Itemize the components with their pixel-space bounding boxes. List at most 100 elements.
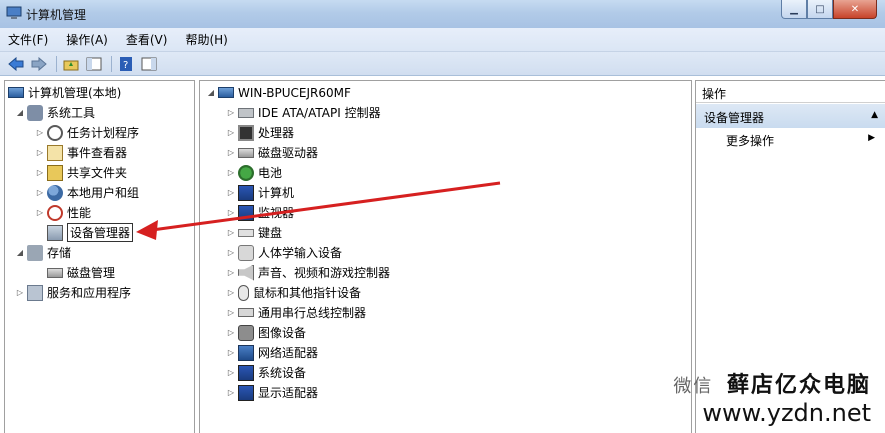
tree-item-performance[interactable]: ▷ 性能	[35, 203, 91, 222]
back-icon[interactable]	[6, 55, 26, 73]
watermark-url: www.yzdn.net	[702, 399, 871, 427]
event-viewer-icon	[47, 144, 63, 161]
device-category-item[interactable]: ▷ 显示适配器	[226, 383, 318, 402]
display-adapter-icon	[238, 384, 254, 401]
show-hide-tree-icon[interactable]	[84, 55, 104, 73]
computer-management-icon	[6, 6, 22, 20]
tree-item-event-viewer[interactable]: ▷ 事件查看器	[35, 143, 127, 162]
device-category-item[interactable]: ▷ 键盘	[226, 223, 282, 242]
svg-text:?: ?	[123, 60, 128, 71]
collapsed-arrow-icon[interactable]: ▷	[226, 168, 236, 177]
device-category-label: IDE ATA/ATAPI 控制器	[258, 106, 381, 120]
device-tree-root[interactable]: ◢ WIN-BPUCEJR60MF	[206, 83, 351, 102]
collapsed-arrow-icon[interactable]: ▷	[226, 308, 236, 317]
collapsed-arrow-icon[interactable]: ▷	[226, 128, 236, 137]
device-category-label: 处理器	[258, 126, 295, 140]
device-category-item[interactable]: ▷ IDE ATA/ATAPI 控制器	[226, 103, 381, 122]
services-icon	[27, 284, 43, 301]
device-category-item[interactable]: ▷ 通用串行总线控制器	[226, 303, 366, 322]
disk-drive-icon	[238, 147, 254, 158]
collapsed-arrow-icon[interactable]: ▷	[35, 188, 45, 197]
tree-item-local-users[interactable]: ▷ 本地用户和组	[35, 183, 139, 202]
more-actions-item[interactable]: 更多操作	[726, 132, 774, 149]
toolbar: ?	[0, 52, 885, 76]
collapsed-arrow-icon[interactable]: ▷	[226, 248, 236, 257]
collapsed-arrow-icon[interactable]: ▷	[226, 388, 236, 397]
watermark: 微信 藓店亿众电脑 www.yzdn.net	[673, 367, 871, 427]
device-category-item[interactable]: ▷ 人体学输入设备	[226, 243, 342, 262]
collapsed-arrow-icon[interactable]: ▷	[35, 148, 45, 157]
monitor-icon	[238, 204, 254, 221]
menu-help[interactable]: 帮助(H)	[185, 31, 227, 48]
tree-item-system-tools[interactable]: ◢ 系统工具	[15, 103, 95, 122]
battery-icon	[238, 164, 254, 181]
console-tree-pane: 计算机管理(本地) ◢ 系统工具 ▷ 任务计划程序 ▷ 事件查看器 ▷ 共享文件…	[4, 80, 195, 433]
window-title: 计算机管理	[26, 8, 87, 22]
actions-group-device-manager[interactable]: 设备管理器 ▲	[696, 104, 885, 128]
users-icon	[47, 184, 63, 201]
tree-item-services-apps[interactable]: ▷ 服务和应用程序	[15, 283, 131, 302]
computer-management-icon	[8, 87, 24, 98]
tree-item-root[interactable]: 计算机管理(本地)	[8, 83, 121, 102]
device-category-item[interactable]: ▷ 处理器	[226, 123, 294, 142]
collapsed-arrow-icon[interactable]: ▷	[226, 368, 236, 377]
expanded-arrow-icon[interactable]: ◢	[15, 108, 25, 117]
collapsed-arrow-icon[interactable]: ▷	[226, 328, 236, 337]
collapsed-arrow-icon[interactable]: ▷	[226, 108, 236, 117]
collapsed-arrow-icon[interactable]: ▷	[226, 348, 236, 357]
device-category-item[interactable]: ▷ 系统设备	[226, 363, 306, 382]
computer-icon	[218, 87, 234, 98]
menu-action[interactable]: 操作(A)	[66, 31, 108, 48]
collapsed-arrow-icon[interactable]: ▷	[226, 148, 236, 157]
tree-item-device-manager[interactable]: 设备管理器	[47, 223, 134, 242]
device-category-item[interactable]: ▷ 磁盘驱动器	[226, 143, 318, 162]
collapsed-arrow-icon[interactable]: ▷	[226, 188, 236, 197]
device-category-item[interactable]: ▷ 计算机	[226, 183, 294, 202]
device-category-label: 键盘	[258, 226, 283, 240]
tree-item-storage[interactable]: ◢ 存储	[15, 243, 71, 262]
show-action-pane-icon[interactable]	[139, 55, 159, 73]
collapsed-arrow-icon[interactable]: ▷	[15, 288, 25, 297]
tree-item-disk-management[interactable]: 磁盘管理	[47, 263, 115, 282]
expanded-arrow-icon[interactable]: ◢	[206, 88, 216, 97]
submenu-right-icon[interactable]: ▶	[868, 133, 875, 143]
device-category-item[interactable]: ▷ 网络适配器	[226, 343, 318, 362]
tree-item-label: 性能	[67, 206, 92, 220]
device-category-item[interactable]: ▷ 图像设备	[226, 323, 306, 342]
maximize-button[interactable]: □	[807, 0, 833, 19]
up-folder-icon[interactable]	[61, 55, 81, 73]
device-category-item[interactable]: ▷ 声音、视频和游戏控制器	[226, 263, 390, 282]
collapsed-arrow-icon[interactable]: ▷	[35, 128, 45, 137]
help-icon[interactable]: ?	[116, 55, 136, 73]
actions-header: 操作	[696, 81, 885, 103]
collapsed-arrow-icon[interactable]: ▷	[35, 208, 45, 217]
device-category-label: 计算机	[258, 186, 295, 200]
menu-file[interactable]: 文件(F)	[8, 31, 48, 48]
tree-item-shared-folders[interactable]: ▷ 共享文件夹	[35, 163, 127, 182]
device-category-label: 显示适配器	[258, 386, 319, 400]
collapsed-arrow-icon[interactable]: ▷	[35, 168, 45, 177]
tree-item-label: 系统工具	[47, 106, 96, 120]
collapsed-arrow-icon[interactable]: ▷	[226, 228, 236, 237]
keyboard-icon	[238, 228, 254, 237]
processor-icon	[238, 124, 254, 141]
menu-view[interactable]: 查看(V)	[126, 31, 168, 48]
expanded-arrow-icon[interactable]: ◢	[15, 248, 25, 257]
actions-group-label: 设备管理器	[704, 111, 765, 125]
collapsed-arrow-icon[interactable]: ▷	[226, 288, 236, 297]
device-category-label: 网络适配器	[258, 346, 319, 360]
forward-icon[interactable]	[29, 55, 49, 73]
device-category-item[interactable]: ▷ 监视器	[226, 203, 294, 222]
collapsed-arrow-icon[interactable]: ▷	[226, 208, 236, 217]
device-category-label: 图像设备	[258, 326, 307, 340]
device-category-item[interactable]: ▷ 鼠标和其他指针设备	[226, 283, 361, 302]
collapsed-arrow-icon[interactable]: ▷	[226, 268, 236, 277]
device-category-label: 电池	[258, 166, 283, 180]
close-button[interactable]: ✕	[833, 0, 877, 19]
collapse-up-icon[interactable]: ▲	[871, 110, 878, 120]
toolbar-separator	[111, 55, 112, 72]
minimize-button[interactable]: ▁	[781, 0, 807, 19]
tree-item-task-scheduler[interactable]: ▷ 任务计划程序	[35, 123, 139, 142]
tree-item-label: 任务计划程序	[67, 126, 140, 140]
device-category-item[interactable]: ▷ 电池	[226, 163, 282, 182]
